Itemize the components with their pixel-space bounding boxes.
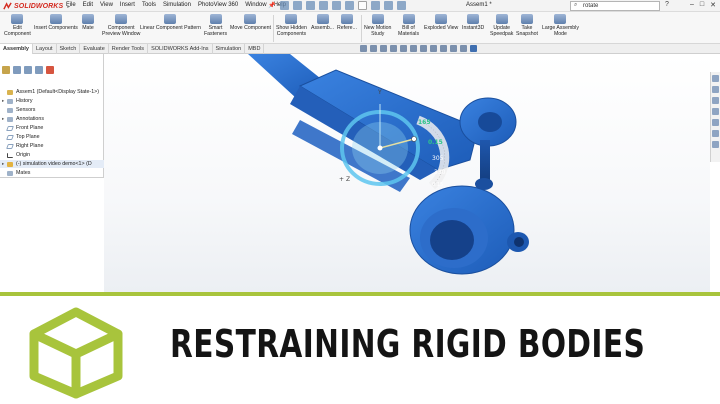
appearances-icon[interactable] — [712, 119, 719, 126]
side-hole — [514, 237, 524, 247]
mates-icon — [7, 170, 13, 176]
plane-icon — [6, 134, 14, 140]
tree-item-front-plane[interactable]: Front Plane — [0, 124, 104, 132]
file-explorer-icon[interactable] — [712, 97, 719, 104]
configuration-manager-icon[interactable] — [24, 66, 32, 74]
monitor-icon[interactable] — [470, 45, 477, 52]
manager-tabs — [2, 66, 54, 74]
edit-appearance-icon[interactable] — [440, 45, 447, 52]
dimxpert-icon[interactable] — [35, 66, 43, 74]
angle-label-2: 0.15 — [428, 139, 443, 146]
tree-item-right-plane[interactable]: Right Plane — [0, 142, 104, 150]
custom-properties-icon[interactable] — [712, 130, 719, 137]
plane-icon — [6, 143, 14, 149]
annotation-icon — [7, 116, 13, 122]
tree-item-origin[interactable]: Origin — [0, 151, 104, 159]
triad-center — [377, 145, 383, 151]
angle-label-5: 0.15 — [432, 182, 443, 188]
section-view-icon[interactable] — [390, 45, 397, 52]
angle-label-1: 165 — [418, 119, 431, 126]
solidworks-resources-icon[interactable] — [712, 75, 719, 82]
view-settings-icon[interactable] — [460, 45, 467, 52]
feature-manager-icon[interactable] — [2, 66, 10, 74]
tree-root-assembly[interactable]: Assem1 (Default<Display State-1>) — [0, 88, 104, 96]
tree-item-sensors[interactable]: Sensors — [0, 106, 104, 114]
part-icon — [7, 161, 13, 167]
tree-item-mates[interactable]: Mates — [0, 169, 104, 177]
angle-label-4: 330 — [434, 169, 446, 176]
connecting-pin — [480, 140, 490, 184]
history-icon — [7, 98, 13, 104]
angle-label-3: 305 — [432, 155, 444, 162]
video-title: RESTRAINING RIGID BODIES — [170, 322, 646, 366]
plane-icon — [6, 125, 14, 131]
display-style-icon[interactable] — [420, 45, 427, 52]
origin-icon — [7, 152, 13, 158]
forum-icon[interactable] — [712, 141, 719, 148]
zoom-to-fit-icon[interactable] — [360, 45, 367, 52]
hide-show-items-icon[interactable] — [430, 45, 437, 52]
heads-up-view-toolbar — [360, 45, 477, 52]
title-banner: RESTRAINING RIGID BODIES — [0, 296, 720, 404]
design-library-icon[interactable] — [712, 86, 719, 93]
cube-logo-icon — [29, 307, 123, 399]
apply-scene-icon[interactable] — [450, 45, 457, 52]
drag-handle[interactable] — [411, 136, 417, 142]
feature-manager-tree: Assem1 (Default<Display State-1>) ▸ Hist… — [0, 54, 104, 178]
assembly-icon — [7, 89, 13, 95]
display-manager-icon[interactable] — [46, 66, 54, 74]
dynamic-annotation-icon[interactable] — [400, 45, 407, 52]
tree-item-history[interactable]: ▸ History — [0, 97, 104, 105]
lower-boss-bore — [430, 220, 474, 260]
z-axis-label: + Z — [339, 176, 350, 183]
solidworks-window: SOLIDWORKS ▸ File Edit View Insert Tools… — [0, 0, 720, 292]
property-manager-icon[interactable] — [13, 66, 21, 74]
sensor-icon — [7, 107, 13, 113]
task-pane — [710, 72, 720, 162]
tree-item-annotations[interactable]: ▸ Annotations — [0, 115, 104, 123]
previous-view-icon[interactable] — [380, 45, 387, 52]
3d-scene: Y + Z 165 0.15 305 330 0.15 — [248, 54, 529, 275]
y-axis-label: Y — [377, 89, 382, 96]
tree-item-top-plane[interactable]: Top Plane — [0, 133, 104, 141]
zoom-area-icon[interactable] — [370, 45, 377, 52]
view-orientation-icon[interactable] — [410, 45, 417, 52]
upper-joint-hole — [478, 112, 502, 132]
view-palette-icon[interactable] — [712, 108, 719, 115]
tree-item-component[interactable]: ▸ (-) simulation video demo<1> (D — [0, 160, 104, 168]
